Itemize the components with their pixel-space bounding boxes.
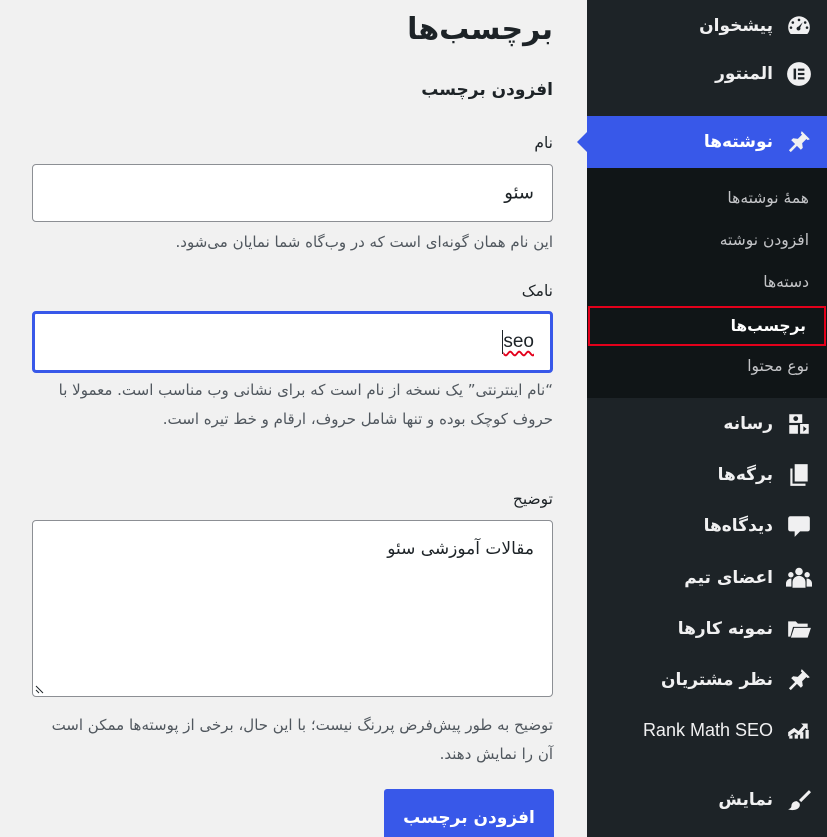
slug-input[interactable]: seo: [32, 311, 553, 373]
page-title: برچسب‌ها: [407, 12, 553, 47]
submenu-label: همهٔ نوشته‌ها: [727, 189, 809, 207]
menu-label: نوشته‌ها: [703, 132, 773, 152]
resize-grip-icon[interactable]: [35, 682, 47, 694]
menu-label: نمونه کارها: [677, 619, 773, 639]
submenu-label: افزودن نوشته: [719, 231, 809, 249]
section-title: افزودن برچسب: [421, 80, 553, 100]
description-help: توضیح به طور پیش‌فرض پررنگ نیست؛ با این …: [51, 716, 553, 763]
menu-label: دیدگاه‌ها: [703, 516, 773, 536]
menu-item-pages[interactable]: برگه‌ها: [587, 449, 827, 501]
main-content: برچسب‌ها افزودن برچسب نام سئو این نام هم…: [0, 0, 587, 837]
name-help: این نام همان گونه‌ای است که در وب‌گاه شم…: [175, 233, 553, 251]
posts-submenu: همهٔ نوشته‌ها افزودن نوشته دسته‌ها برچسب…: [587, 168, 827, 398]
menu-item-appearance[interactable]: نمایش: [587, 774, 827, 826]
menu-label: نمایش: [718, 790, 773, 810]
submenu-label: برچسب‌ها: [730, 317, 806, 335]
menu-label: رسانه: [723, 414, 773, 434]
name-label: نام: [534, 134, 553, 152]
admin-sidebar: پیشخوان المنتور نوشته‌ها همهٔ نوشته‌ها ا…: [577, 0, 827, 837]
menu-label: پیشخوان: [699, 16, 773, 36]
menu-item-comments[interactable]: دیدگاه‌ها: [587, 500, 827, 552]
slug-value: seo: [503, 331, 534, 353]
menu-label: المنتور: [715, 64, 773, 84]
submenu-content-type[interactable]: نوع محتوا: [587, 346, 827, 386]
menu-item-rank-math[interactable]: Rank Math SEO: [587, 704, 827, 756]
menu-item-testimonials[interactable]: نظر مشتریان: [587, 654, 827, 706]
media-icon: [785, 410, 813, 438]
menu-item-dashboard[interactable]: پیشخوان: [587, 0, 827, 52]
menu-item-team[interactable]: اعضای تیم: [587, 552, 827, 604]
menu-item-posts[interactable]: نوشته‌ها: [577, 116, 827, 168]
description-label: توضیح: [512, 490, 553, 508]
submenu-add-post[interactable]: افزودن نوشته: [587, 220, 827, 260]
page: پیشخوان المنتور نوشته‌ها همهٔ نوشته‌ها ا…: [0, 0, 827, 837]
menu-item-portfolio[interactable]: نمونه کارها: [587, 603, 827, 655]
brush-icon: [785, 786, 813, 814]
team-icon: [785, 564, 813, 592]
description-value: مقالات آموزشی سئو: [387, 539, 534, 559]
name-input[interactable]: سئو: [32, 164, 553, 222]
slug-help: “نام اینترنتی” یک نسخه از نام است که برا…: [58, 381, 553, 428]
submenu-tags[interactable]: برچسب‌ها: [588, 306, 826, 346]
comments-icon: [785, 512, 813, 540]
menu-item-elementor[interactable]: المنتور: [587, 48, 827, 100]
submenu-label: نوع محتوا: [747, 357, 809, 375]
menu-label: اعضای تیم: [684, 568, 773, 588]
menu-label: برگه‌ها: [717, 465, 773, 485]
pages-icon: [785, 461, 813, 489]
pin-icon: [785, 128, 813, 156]
elementor-icon: [785, 60, 813, 88]
submenu-all-posts[interactable]: همهٔ نوشته‌ها: [587, 178, 827, 218]
menu-item-media[interactable]: رسانه: [587, 398, 827, 450]
slug-value-wrap: seo: [502, 330, 534, 354]
submenu-label: دسته‌ها: [763, 273, 809, 291]
submenu-categories[interactable]: دسته‌ها: [587, 262, 827, 302]
add-tag-button[interactable]: افزودن برچسب: [384, 789, 554, 837]
description-textarea[interactable]: مقالات آموزشی سئو: [32, 520, 553, 697]
name-value: سئو: [504, 182, 534, 204]
menu-label: نظر مشتریان: [660, 670, 773, 690]
slug-label: نامک: [521, 282, 553, 300]
pin-icon: [785, 666, 813, 694]
dashboard-icon: [785, 12, 813, 40]
folder-icon: [785, 615, 813, 643]
rank-math-icon: [785, 716, 813, 744]
menu-label: Rank Math SEO: [642, 719, 773, 740]
